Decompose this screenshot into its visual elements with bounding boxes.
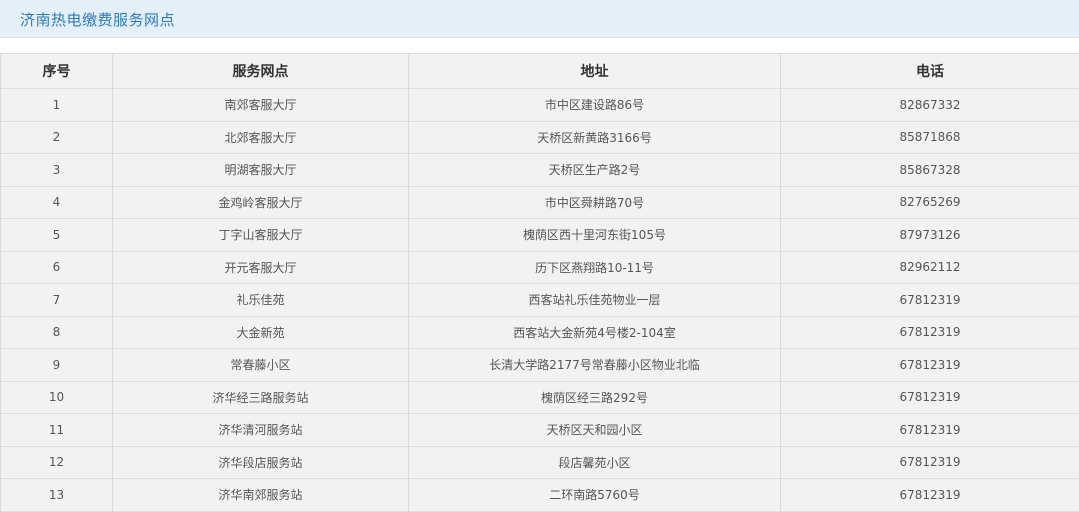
cell-index: 8 xyxy=(1,316,113,349)
cell-service-point: 济华南郊服务站 xyxy=(113,479,409,512)
table-row: 12济华段店服务站段店馨苑小区67812319 xyxy=(1,446,1079,479)
table-row: 3明湖客服大厅天桥区生产路2号85867328 xyxy=(1,154,1079,187)
header-address: 地址 xyxy=(409,54,781,89)
cell-address: 历下区燕翔路10-11号 xyxy=(409,251,781,284)
table-row: 11济华清河服务站天桥区天和园小区67812319 xyxy=(1,414,1079,447)
table-row: 8大金新苑西客站大金新苑4号楼2-104室67812319 xyxy=(1,316,1079,349)
cell-index: 12 xyxy=(1,446,113,479)
cell-service-point: 常春藤小区 xyxy=(113,349,409,382)
header-index: 序号 xyxy=(1,54,113,89)
cell-index: 7 xyxy=(1,284,113,317)
service-points-table-container: 序号 服务网点 地址 电话 1南郊客服大厅市中区建设路86号828673322北… xyxy=(0,53,1079,512)
cell-address: 长清大学路2177号常春藤小区物业北临 xyxy=(409,349,781,382)
cell-index: 5 xyxy=(1,219,113,252)
cell-phone: 67812319 xyxy=(781,446,1079,479)
cell-phone: 67812319 xyxy=(781,349,1079,382)
cell-phone: 82867332 xyxy=(781,89,1079,122)
cell-service-point: 济华段店服务站 xyxy=(113,446,409,479)
table-row: 9常春藤小区长清大学路2177号常春藤小区物业北临67812319 xyxy=(1,349,1079,382)
cell-address: 槐荫区西十里河东街105号 xyxy=(409,219,781,252)
table-row: 7礼乐佳苑西客站礼乐佳苑物业一层67812319 xyxy=(1,284,1079,317)
table-row: 10济华经三路服务站槐荫区经三路292号67812319 xyxy=(1,381,1079,414)
cell-address: 天桥区天和园小区 xyxy=(409,414,781,447)
cell-address: 段店馨苑小区 xyxy=(409,446,781,479)
cell-phone: 67812319 xyxy=(781,479,1079,512)
cell-index: 2 xyxy=(1,121,113,154)
cell-service-point: 北郊客服大厅 xyxy=(113,121,409,154)
cell-service-point: 大金新苑 xyxy=(113,316,409,349)
cell-service-point: 开元客服大厅 xyxy=(113,251,409,284)
header-phone: 电话 xyxy=(781,54,1079,89)
cell-phone: 82962112 xyxy=(781,251,1079,284)
cell-phone: 67812319 xyxy=(781,414,1079,447)
cell-phone: 67812319 xyxy=(781,316,1079,349)
cell-phone: 85867328 xyxy=(781,154,1079,187)
cell-address: 西客站礼乐佳苑物业一层 xyxy=(409,284,781,317)
table-row: 4金鸡岭客服大厅市中区舜耕路70号82765269 xyxy=(1,186,1079,219)
cell-index: 10 xyxy=(1,381,113,414)
cell-service-point: 丁字山客服大厅 xyxy=(113,219,409,252)
table-header-row: 序号 服务网点 地址 电话 xyxy=(1,54,1079,89)
cell-index: 6 xyxy=(1,251,113,284)
table-row: 2北郊客服大厅天桥区新黄路3166号85871868 xyxy=(1,121,1079,154)
cell-service-point: 济华经三路服务站 xyxy=(113,381,409,414)
cell-phone: 67812319 xyxy=(781,381,1079,414)
cell-service-point: 礼乐佳苑 xyxy=(113,284,409,317)
cell-address: 槐荫区经三路292号 xyxy=(409,381,781,414)
page-title: 济南热电缴费服务网点 xyxy=(20,9,175,30)
cell-service-point: 明湖客服大厅 xyxy=(113,154,409,187)
cell-address: 市中区舜耕路70号 xyxy=(409,186,781,219)
table-row: 13济华南郊服务站二环南路5760号67812319 xyxy=(1,479,1079,512)
service-points-table: 序号 服务网点 地址 电话 1南郊客服大厅市中区建设路86号828673322北… xyxy=(0,53,1079,512)
table-row: 5丁字山客服大厅槐荫区西十里河东街105号87973126 xyxy=(1,219,1079,252)
cell-phone: 87973126 xyxy=(781,219,1079,252)
cell-address: 西客站大金新苑4号楼2-104室 xyxy=(409,316,781,349)
cell-address: 二环南路5760号 xyxy=(409,479,781,512)
cell-phone: 67812319 xyxy=(781,284,1079,317)
cell-service-point: 金鸡岭客服大厅 xyxy=(113,186,409,219)
cell-index: 4 xyxy=(1,186,113,219)
table-body: 1南郊客服大厅市中区建设路86号828673322北郊客服大厅天桥区新黄路316… xyxy=(1,89,1079,512)
cell-index: 1 xyxy=(1,89,113,122)
cell-index: 13 xyxy=(1,479,113,512)
cell-address: 天桥区新黄路3166号 xyxy=(409,121,781,154)
cell-address: 天桥区生产路2号 xyxy=(409,154,781,187)
cell-service-point: 济华清河服务站 xyxy=(113,414,409,447)
cell-address: 市中区建设路86号 xyxy=(409,89,781,122)
header-service-point: 服务网点 xyxy=(113,54,409,89)
cell-index: 3 xyxy=(1,154,113,187)
cell-index: 11 xyxy=(1,414,113,447)
title-bar: 济南热电缴费服务网点 xyxy=(0,0,1079,38)
table-row: 1南郊客服大厅市中区建设路86号82867332 xyxy=(1,89,1079,122)
cell-index: 9 xyxy=(1,349,113,382)
table-row: 6开元客服大厅历下区燕翔路10-11号82962112 xyxy=(1,251,1079,284)
cell-service-point: 南郊客服大厅 xyxy=(113,89,409,122)
cell-phone: 85871868 xyxy=(781,121,1079,154)
cell-phone: 82765269 xyxy=(781,186,1079,219)
